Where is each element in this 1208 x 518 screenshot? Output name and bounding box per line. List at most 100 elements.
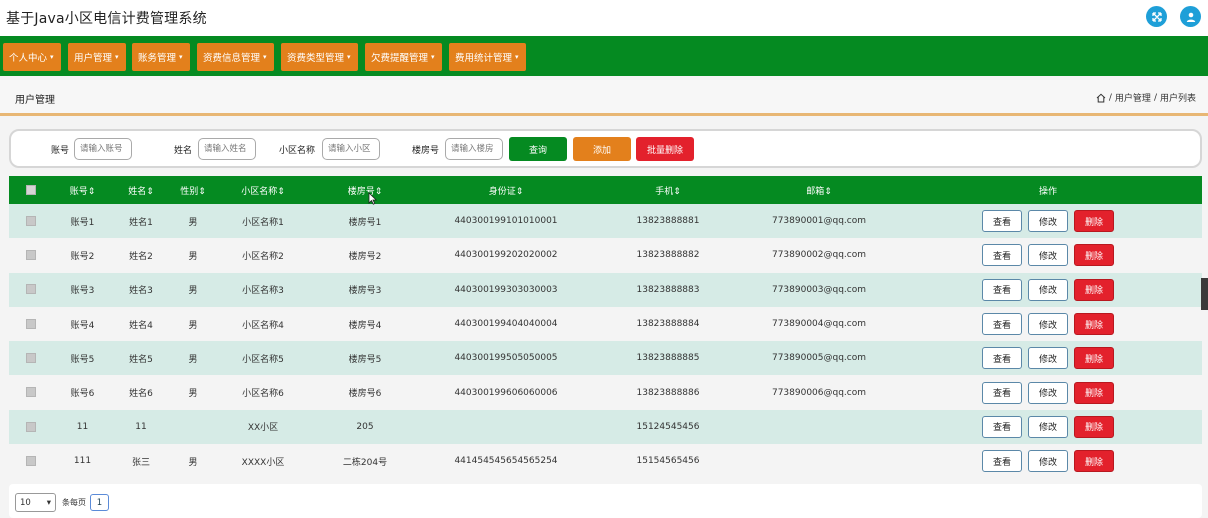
cell-gender: 男: [188, 389, 198, 400]
nav-item-personal-center[interactable]: 个人中心 ▾: [3, 43, 61, 71]
breadcrumb-user-management[interactable]: 用户管理: [1115, 91, 1151, 104]
delete-button[interactable]: 删除: [1074, 244, 1114, 267]
col-header-id-card[interactable]: 身份证⇕: [420, 176, 592, 204]
col-header-account[interactable]: 账号⇕: [53, 176, 112, 204]
delete-button[interactable]: 删除: [1074, 313, 1114, 336]
row-checkbox[interactable]: [26, 250, 36, 261]
cell-id-card: 440300199606060006: [454, 387, 558, 398]
watermark: CSDN @爱得学长: [1069, 492, 1192, 510]
delete-button[interactable]: 删除: [1074, 415, 1114, 438]
row-select-cell: [9, 307, 53, 341]
table-row[interactable]: 账号4 姓名4 男 小区名称4 楼房号4 440300199404040004 138238…: [9, 306, 1202, 342]
row-checkbox[interactable]: [26, 387, 36, 398]
user-icon: [1186, 12, 1195, 22]
breadcrumb-separator: /: [1153, 92, 1157, 103]
edit-button[interactable]: 修改: [1028, 210, 1068, 233]
row-checkbox[interactable]: [26, 455, 36, 466]
cell-email: 773890006@qq.com: [771, 387, 867, 398]
community-label: 小区名称: [279, 146, 316, 156]
nav-label: 用户管理: [74, 53, 113, 64]
delete-button[interactable]: 删除: [1074, 278, 1114, 301]
col-header-gender[interactable]: 性别⇕: [170, 176, 216, 204]
breadcrumb-user-list: 用户列表: [1159, 94, 1196, 104]
nav-item-arrears-reminder[interactable]: 欠费提醒管理 ▾: [365, 43, 442, 71]
sort-icon: ⇕: [198, 186, 206, 197]
community-input[interactable]: [322, 138, 380, 160]
table-row[interactable]: 账号1 姓名1 男 小区名称1 楼房号1 440300199101010001 138238…: [9, 204, 1202, 239]
nav-item-user-management[interactable]: 用户管理 ▾: [68, 43, 126, 71]
nav-item-tariff-type[interactable]: 资费类型管理 ▾: [281, 43, 358, 71]
account-input[interactable]: [74, 138, 132, 160]
user-button[interactable]: [1180, 6, 1201, 27]
nav-label: 资费信息管理: [203, 53, 261, 64]
cell-gender: 男: [188, 217, 198, 228]
col-header-label: 账号: [69, 186, 88, 197]
query-button[interactable]: 查询: [509, 137, 567, 161]
view-button[interactable]: 查看: [982, 415, 1022, 438]
row-checkbox[interactable]: [26, 421, 36, 432]
row-checkbox[interactable]: [26, 318, 36, 329]
table-row[interactable]: 账号6 姓名6 男 小区名称6 楼房号6 440300199606060006 138238…: [9, 375, 1202, 410]
nav-item-fee-statistics[interactable]: 费用统计管理 ▾: [449, 43, 526, 71]
table-row[interactable]: 账号5 姓名5 男 小区名称5 楼房号5 440300199505050005 138238…: [9, 341, 1202, 376]
cell-gender: [170, 410, 216, 444]
add-button[interactable]: 添加: [573, 137, 631, 161]
edit-button[interactable]: 修改: [1028, 313, 1068, 336]
col-header-community[interactable]: 小区名称⇕: [216, 176, 310, 204]
col-header-building[interactable]: 楼房号⇕: [310, 176, 420, 204]
view-button[interactable]: 查看: [982, 210, 1022, 233]
cell-email: 773890002@qq.com: [771, 250, 867, 261]
mouse-cursor-icon: [368, 192, 377, 205]
name-input[interactable]: [198, 138, 256, 160]
page-number-current[interactable]: 1: [90, 494, 109, 511]
delete-button[interactable]: 删除: [1074, 347, 1114, 370]
edit-button[interactable]: 修改: [1028, 244, 1068, 267]
nav-item-tariff-info[interactable]: 资费信息管理 ▾: [197, 43, 274, 71]
table-header-row: 账号⇕ 姓名⇕ 性别⇕ 小区名称⇕ 楼房号⇕ 身份证⇕ 手机⇕ 邮箱⇕ 操作: [9, 176, 1202, 204]
cell-community: XX小区: [247, 423, 279, 434]
sort-icon: ⇕: [146, 186, 154, 197]
cell-name: 张三: [131, 457, 150, 468]
delete-button[interactable]: 删除: [1074, 450, 1114, 473]
cell-phone: 13823888881: [636, 216, 700, 227]
edit-button[interactable]: 修改: [1028, 347, 1068, 370]
row-checkbox[interactable]: [26, 215, 36, 226]
side-collapse-handle[interactable]: [1201, 278, 1208, 310]
sort-icon: ⇕: [277, 186, 285, 197]
edit-button[interactable]: 修改: [1028, 381, 1068, 404]
page-size-select[interactable]: 10 ▾: [15, 493, 56, 512]
edit-button[interactable]: 修改: [1028, 278, 1068, 301]
row-checkbox[interactable]: [26, 284, 36, 295]
table-row[interactable]: 11 11 XX小区 205 15124545456 查看 修改 删除: [9, 409, 1202, 445]
view-button[interactable]: 查看: [982, 278, 1022, 301]
view-button[interactable]: 查看: [982, 347, 1022, 370]
batch-delete-button[interactable]: 批量删除: [636, 137, 694, 161]
view-button[interactable]: 查看: [982, 381, 1022, 404]
cell-account: 111: [73, 456, 92, 467]
select-all-checkbox[interactable]: [26, 184, 36, 195]
table-row[interactable]: 111 张三 男 XXXX小区 二栋204号 441454545654565254 1515…: [9, 444, 1202, 479]
nav-item-accounting[interactable]: 账务管理 ▾: [132, 43, 190, 71]
table-row[interactable]: 账号3 姓名3 男 小区名称3 楼房号3 440300199303030003 138238…: [9, 272, 1202, 307]
pagination: 10 ▾ 条每页 1: [9, 484, 1202, 518]
edit-button[interactable]: 修改: [1028, 450, 1068, 473]
col-header-email[interactable]: 邮箱⇕: [744, 176, 894, 204]
caret-down-icon: ▾: [50, 53, 54, 61]
view-button[interactable]: 查看: [982, 450, 1022, 473]
delete-button[interactable]: 删除: [1074, 381, 1114, 404]
col-header-name[interactable]: 姓名⇕: [112, 176, 170, 204]
delete-button[interactable]: 删除: [1074, 210, 1114, 233]
cell-community: 小区名称4: [242, 320, 284, 331]
table-row[interactable]: 账号2 姓名2 男 小区名称2 楼房号2 440300199202020002 138238…: [9, 238, 1202, 273]
page-size-value: 10: [20, 497, 31, 508]
sort-icon: ⇕: [824, 186, 832, 197]
building-input[interactable]: [445, 138, 503, 160]
fullscreen-button[interactable]: [1146, 6, 1167, 27]
home-icon[interactable]: [1096, 93, 1106, 103]
row-checkbox[interactable]: [26, 353, 36, 364]
edit-button[interactable]: 修改: [1028, 415, 1068, 438]
col-header-phone[interactable]: 手机⇕: [592, 176, 744, 204]
cell-actions: 查看 修改 删除: [894, 341, 1202, 375]
view-button[interactable]: 查看: [982, 244, 1022, 267]
view-button[interactable]: 查看: [982, 313, 1022, 336]
